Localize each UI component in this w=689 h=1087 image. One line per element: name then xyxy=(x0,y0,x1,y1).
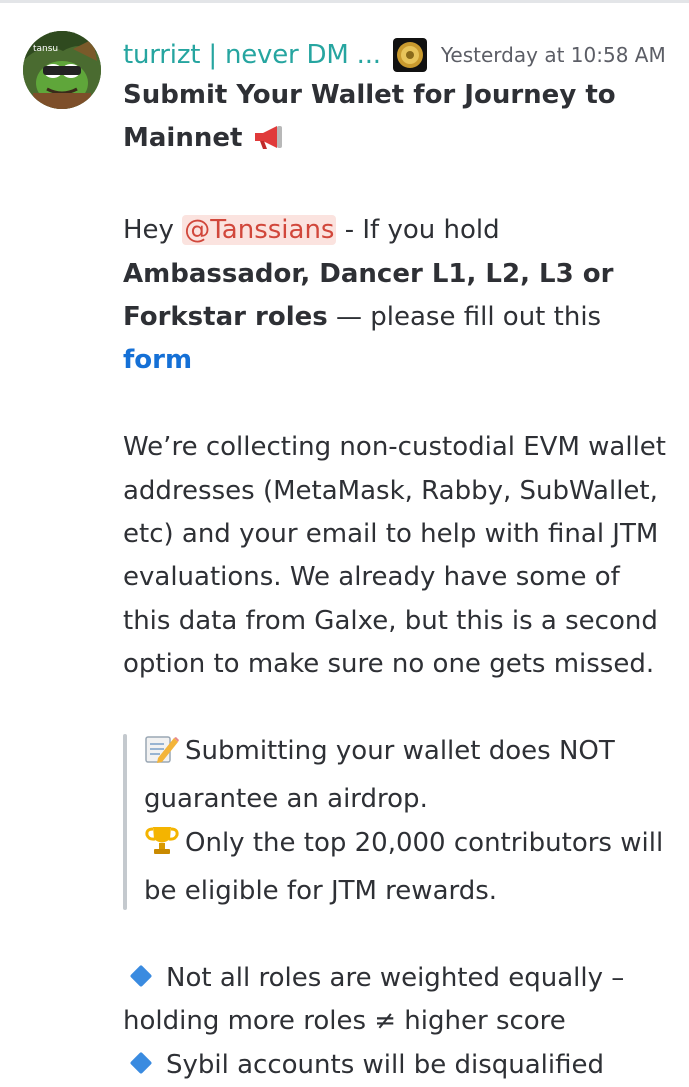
message-timestamp[interactable]: Yesterday at 10:58 AM xyxy=(441,43,666,67)
form-link[interactable]: form xyxy=(123,345,192,375)
megaphone-emoji-icon xyxy=(251,122,285,165)
blockquote-bar xyxy=(123,734,127,910)
mention-tanssians[interactable]: @Tanssians xyxy=(182,215,337,246)
bullet-item-1: Not all roles are weighted equally – hol… xyxy=(123,963,625,1037)
memo-pencil-emoji-icon xyxy=(144,734,180,778)
intro-paragraph: Hey @Tanssians - If you hold Ambassador,… xyxy=(123,215,614,376)
quote-line-1: Submitting your wallet does NOT guarante… xyxy=(144,734,615,815)
bullet-item-2: Sybil accounts will be disqualified xyxy=(123,1044,668,1087)
message-header: turrizt | never DM ... Yesterday at 10:5… xyxy=(123,36,666,74)
author-username[interactable]: turrizt | never DM ... xyxy=(123,40,381,70)
svg-text:tansu: tansu xyxy=(33,44,58,54)
body-paragraph: We’re collecting non-custodial EVM walle… xyxy=(123,432,666,680)
gold-coin-badge-icon[interactable] xyxy=(392,38,427,72)
frog-avatar-icon: tansu xyxy=(23,31,101,109)
trophy-emoji-icon xyxy=(144,824,180,870)
blue-diamond-emoji-icon xyxy=(129,964,153,988)
blue-diamond-emoji-icon xyxy=(129,1051,153,1075)
author-avatar[interactable]: tansu xyxy=(23,31,101,109)
quote-line-2: Only the top 20,000 contributors will be… xyxy=(144,822,668,914)
message-title: Submit Your Wallet for Journey to Mainne… xyxy=(123,74,668,166)
blockquote: Submitting your wallet does NOT guarante… xyxy=(123,730,668,914)
message-content: Submit Your Wallet for Journey to Mainne… xyxy=(123,74,668,1087)
message-divider xyxy=(0,0,689,3)
